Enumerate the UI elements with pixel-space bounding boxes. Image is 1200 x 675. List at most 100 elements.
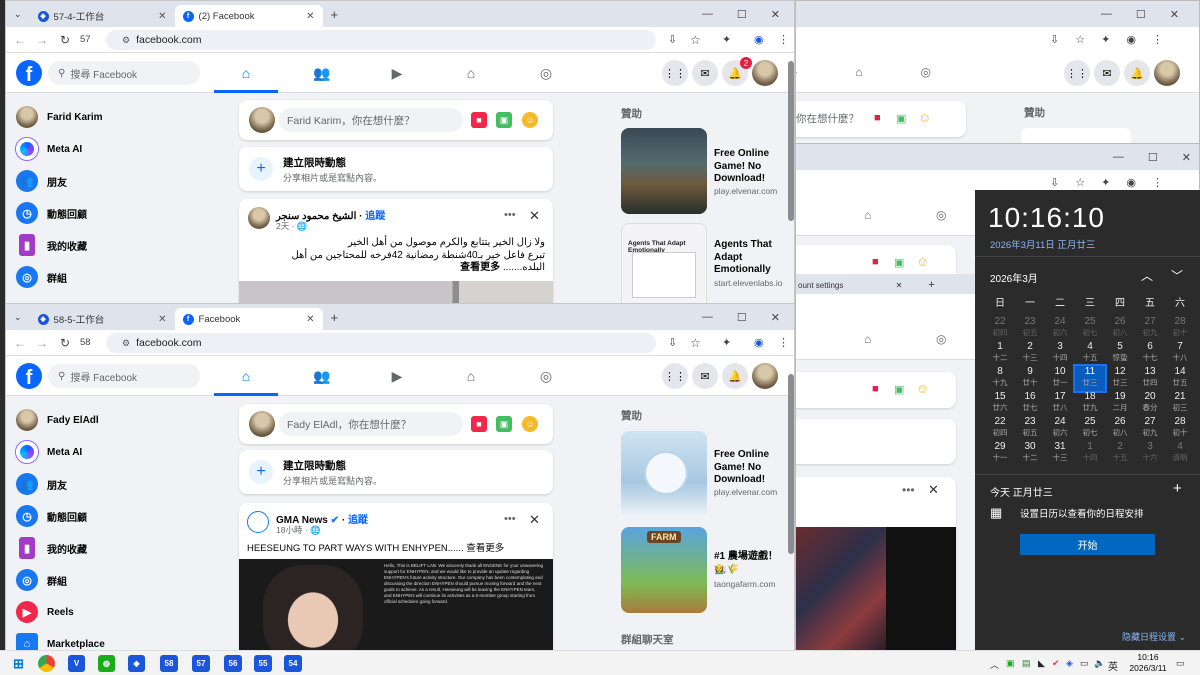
- reload-icon[interactable]: ↻: [60, 33, 70, 47]
- tab-facebook[interactable]: f Facebook ✕: [174, 308, 323, 330]
- ad-title[interactable]: Agents That Adapt Emotionally: [714, 239, 784, 277]
- calendar-day[interactable]: 30 十二: [1015, 441, 1045, 466]
- reload-icon[interactable]: ↻: [60, 336, 70, 350]
- tray-check-icon[interactable]: ✔: [1052, 658, 1060, 669]
- forward-icon[interactable]: →: [36, 33, 48, 47]
- facebook-search[interactable]: ⚲ 搜尋 Facebook: [48, 364, 200, 388]
- home-icon[interactable]: ⌂: [234, 364, 258, 388]
- post-close-icon[interactable]: ✕: [529, 208, 540, 224]
- sidebar-item-profile[interactable]: Fady ElAdl: [16, 404, 216, 436]
- facebook-logo[interactable]: f: [16, 363, 42, 389]
- follow-link[interactable]: 追蹤: [365, 211, 385, 222]
- sidebar-item-memories[interactable]: ◷ 動態回顧: [16, 500, 216, 532]
- menu-grid-icon[interactable]: ⋮⋮: [662, 60, 688, 86]
- calendar-day[interactable]: 23 初五: [1015, 416, 1045, 441]
- live-video-icon[interactable]: ■: [471, 112, 487, 128]
- taskbar-clock[interactable]: 10:16 2026/3/11: [1128, 652, 1168, 674]
- tray-app-icon[interactable]: ▤: [1022, 658, 1031, 669]
- calendar-day[interactable]: 8 十九: [985, 366, 1015, 391]
- ad-title[interactable]: Free Online Game! No Download!: [714, 148, 784, 186]
- sidebar-item-reels[interactable]: ▶ Reels: [16, 596, 216, 628]
- tab-facebook[interactable]: f (2) Facebook ✕: [174, 5, 323, 27]
- calendar-day[interactable]: 15 廿六: [985, 391, 1015, 416]
- calendar-day[interactable]: 27 初九: [1135, 316, 1165, 341]
- bookmark-star-icon[interactable]: ☆: [690, 33, 701, 47]
- ad-image-elvenar[interactable]: [621, 431, 707, 517]
- ad-title[interactable]: Free Online Game! No Download!: [714, 449, 784, 487]
- calendar-day[interactable]: 22 初四: [985, 316, 1015, 341]
- extensions-icon[interactable]: ✦: [722, 33, 731, 46]
- bg2-window-controls[interactable]: — ☐ ✕: [1113, 144, 1191, 170]
- facebook-logo[interactable]: f: [16, 60, 42, 86]
- hide-schedule-link[interactable]: 隐藏日程设置 ⌄: [1122, 630, 1186, 643]
- bg-messenger-icon[interactable]: ✉: [1094, 60, 1120, 86]
- sidebar-item-groups[interactable]: ◎ 群組: [16, 564, 216, 596]
- calendar-day[interactable]: 21 初三: [1165, 391, 1195, 416]
- tab-workbench[interactable]: ◆ 57-4-工作台 ✕: [30, 5, 175, 27]
- calendar-day[interactable]: 7 十八: [1165, 341, 1195, 366]
- facebook-search[interactable]: ⚲ 搜尋 Facebook: [48, 61, 200, 85]
- calendar-day[interactable]: 24 初六: [1045, 316, 1075, 341]
- new-tab-button[interactable]: +: [331, 310, 339, 325]
- video-icon[interactable]: ▶: [385, 61, 409, 85]
- minimize-button[interactable]: —: [702, 8, 713, 20]
- post-author-avatar[interactable]: [248, 207, 270, 229]
- ad-title[interactable]: #1 農場遊戲！👩‍🌾🌾: [714, 551, 784, 576]
- bg-menu-icon[interactable]: ⋮⋮: [1064, 60, 1090, 86]
- bg-post-more-icon[interactable]: •••: [902, 483, 915, 497]
- wechat-icon[interactable]: ◍: [98, 655, 115, 672]
- minimize-button[interactable]: —: [702, 311, 713, 323]
- taskbar-app-57[interactable]: 57: [192, 655, 210, 672]
- chrome-icon[interactable]: [38, 655, 55, 672]
- groups-icon[interactable]: ◎: [534, 364, 558, 388]
- bookmark-star-icon[interactable]: ☆: [690, 336, 701, 350]
- sidebar-item-profile[interactable]: Farid Karim: [16, 101, 216, 133]
- calendar-day[interactable]: 14 廿五: [1165, 366, 1195, 391]
- post-image[interactable]: Hello, This is BELIFT LAB. We sincerely …: [239, 559, 553, 650]
- friends-icon[interactable]: 👥: [310, 364, 334, 388]
- calendar-day[interactable]: 9 廿十: [1015, 366, 1045, 391]
- gma-news-avatar[interactable]: [247, 511, 269, 533]
- calendar-day[interactable]: 16 廿七: [1015, 391, 1045, 416]
- sidebar-item-marketplace[interactable]: ⌂ Marketplace: [16, 628, 216, 650]
- see-more-link[interactable]: 查看更多: [460, 262, 500, 273]
- photo-icon[interactable]: ▣: [496, 112, 512, 128]
- ad-image-farm[interactable]: FARM: [621, 527, 707, 613]
- groups-icon[interactable]: ◎: [534, 61, 558, 85]
- calendar-day[interactable]: 4 清明: [1165, 441, 1195, 466]
- photo-icon[interactable]: ▣: [496, 416, 512, 432]
- calendar-day[interactable]: 22 初四: [985, 416, 1015, 441]
- calendar-day[interactable]: 26 初八: [1105, 316, 1135, 341]
- calendar-day[interactable]: 2 十五: [1105, 441, 1135, 466]
- sidebar-item-meta-ai[interactable]: Meta AI: [16, 133, 216, 165]
- maximize-button[interactable]: ☐: [737, 8, 747, 21]
- next-month-icon[interactable]: ﹀: [1171, 267, 1183, 284]
- start-button[interactable]: 开始: [1020, 534, 1155, 555]
- back-icon[interactable]: ←: [14, 33, 26, 47]
- address-bar[interactable]: ⚙ facebook.com: [106, 30, 656, 50]
- feeling-icon[interactable]: ☺: [522, 112, 538, 128]
- sidebar-item-memories[interactable]: ◷ 動態回顧: [16, 197, 216, 229]
- marketplace-icon[interactable]: ⌂: [459, 61, 483, 85]
- nvidia-icon[interactable]: ◣: [1038, 658, 1045, 669]
- taskbar-app-55[interactable]: 55: [254, 655, 272, 672]
- new-tab-button[interactable]: +: [331, 7, 339, 22]
- address-bar[interactable]: ⚙ facebook.com: [106, 333, 656, 353]
- taskbar-app-58[interactable]: 58: [160, 655, 178, 672]
- bell-icon[interactable]: 🔔: [722, 363, 748, 389]
- calendar-day[interactable]: 31 十三: [1045, 441, 1075, 466]
- taskbar-app-54[interactable]: 54: [284, 655, 302, 672]
- wechat-tray-icon[interactable]: ▣: [1006, 658, 1015, 669]
- calendar-day-today[interactable]: 11 廿三: [1073, 364, 1107, 393]
- forward-icon[interactable]: →: [36, 336, 48, 350]
- tab-workbench[interactable]: ◆ 58-5-工作台 ✕: [30, 308, 175, 330]
- feeling-icon[interactable]: ☺: [522, 416, 538, 432]
- sidebar-item-meta-ai[interactable]: Meta AI: [16, 436, 216, 468]
- live-video-icon[interactable]: ■: [471, 416, 487, 432]
- calendar-day[interactable]: 28 初十: [1165, 316, 1195, 341]
- sidebar-item-friends[interactable]: 👥 朋友: [16, 468, 216, 500]
- add-event-icon[interactable]: +: [1173, 480, 1182, 497]
- input-method[interactable]: 英: [1108, 658, 1118, 673]
- calendar-day[interactable]: 18 廿九: [1075, 391, 1105, 416]
- prev-month-icon[interactable]: ︿: [1141, 267, 1153, 284]
